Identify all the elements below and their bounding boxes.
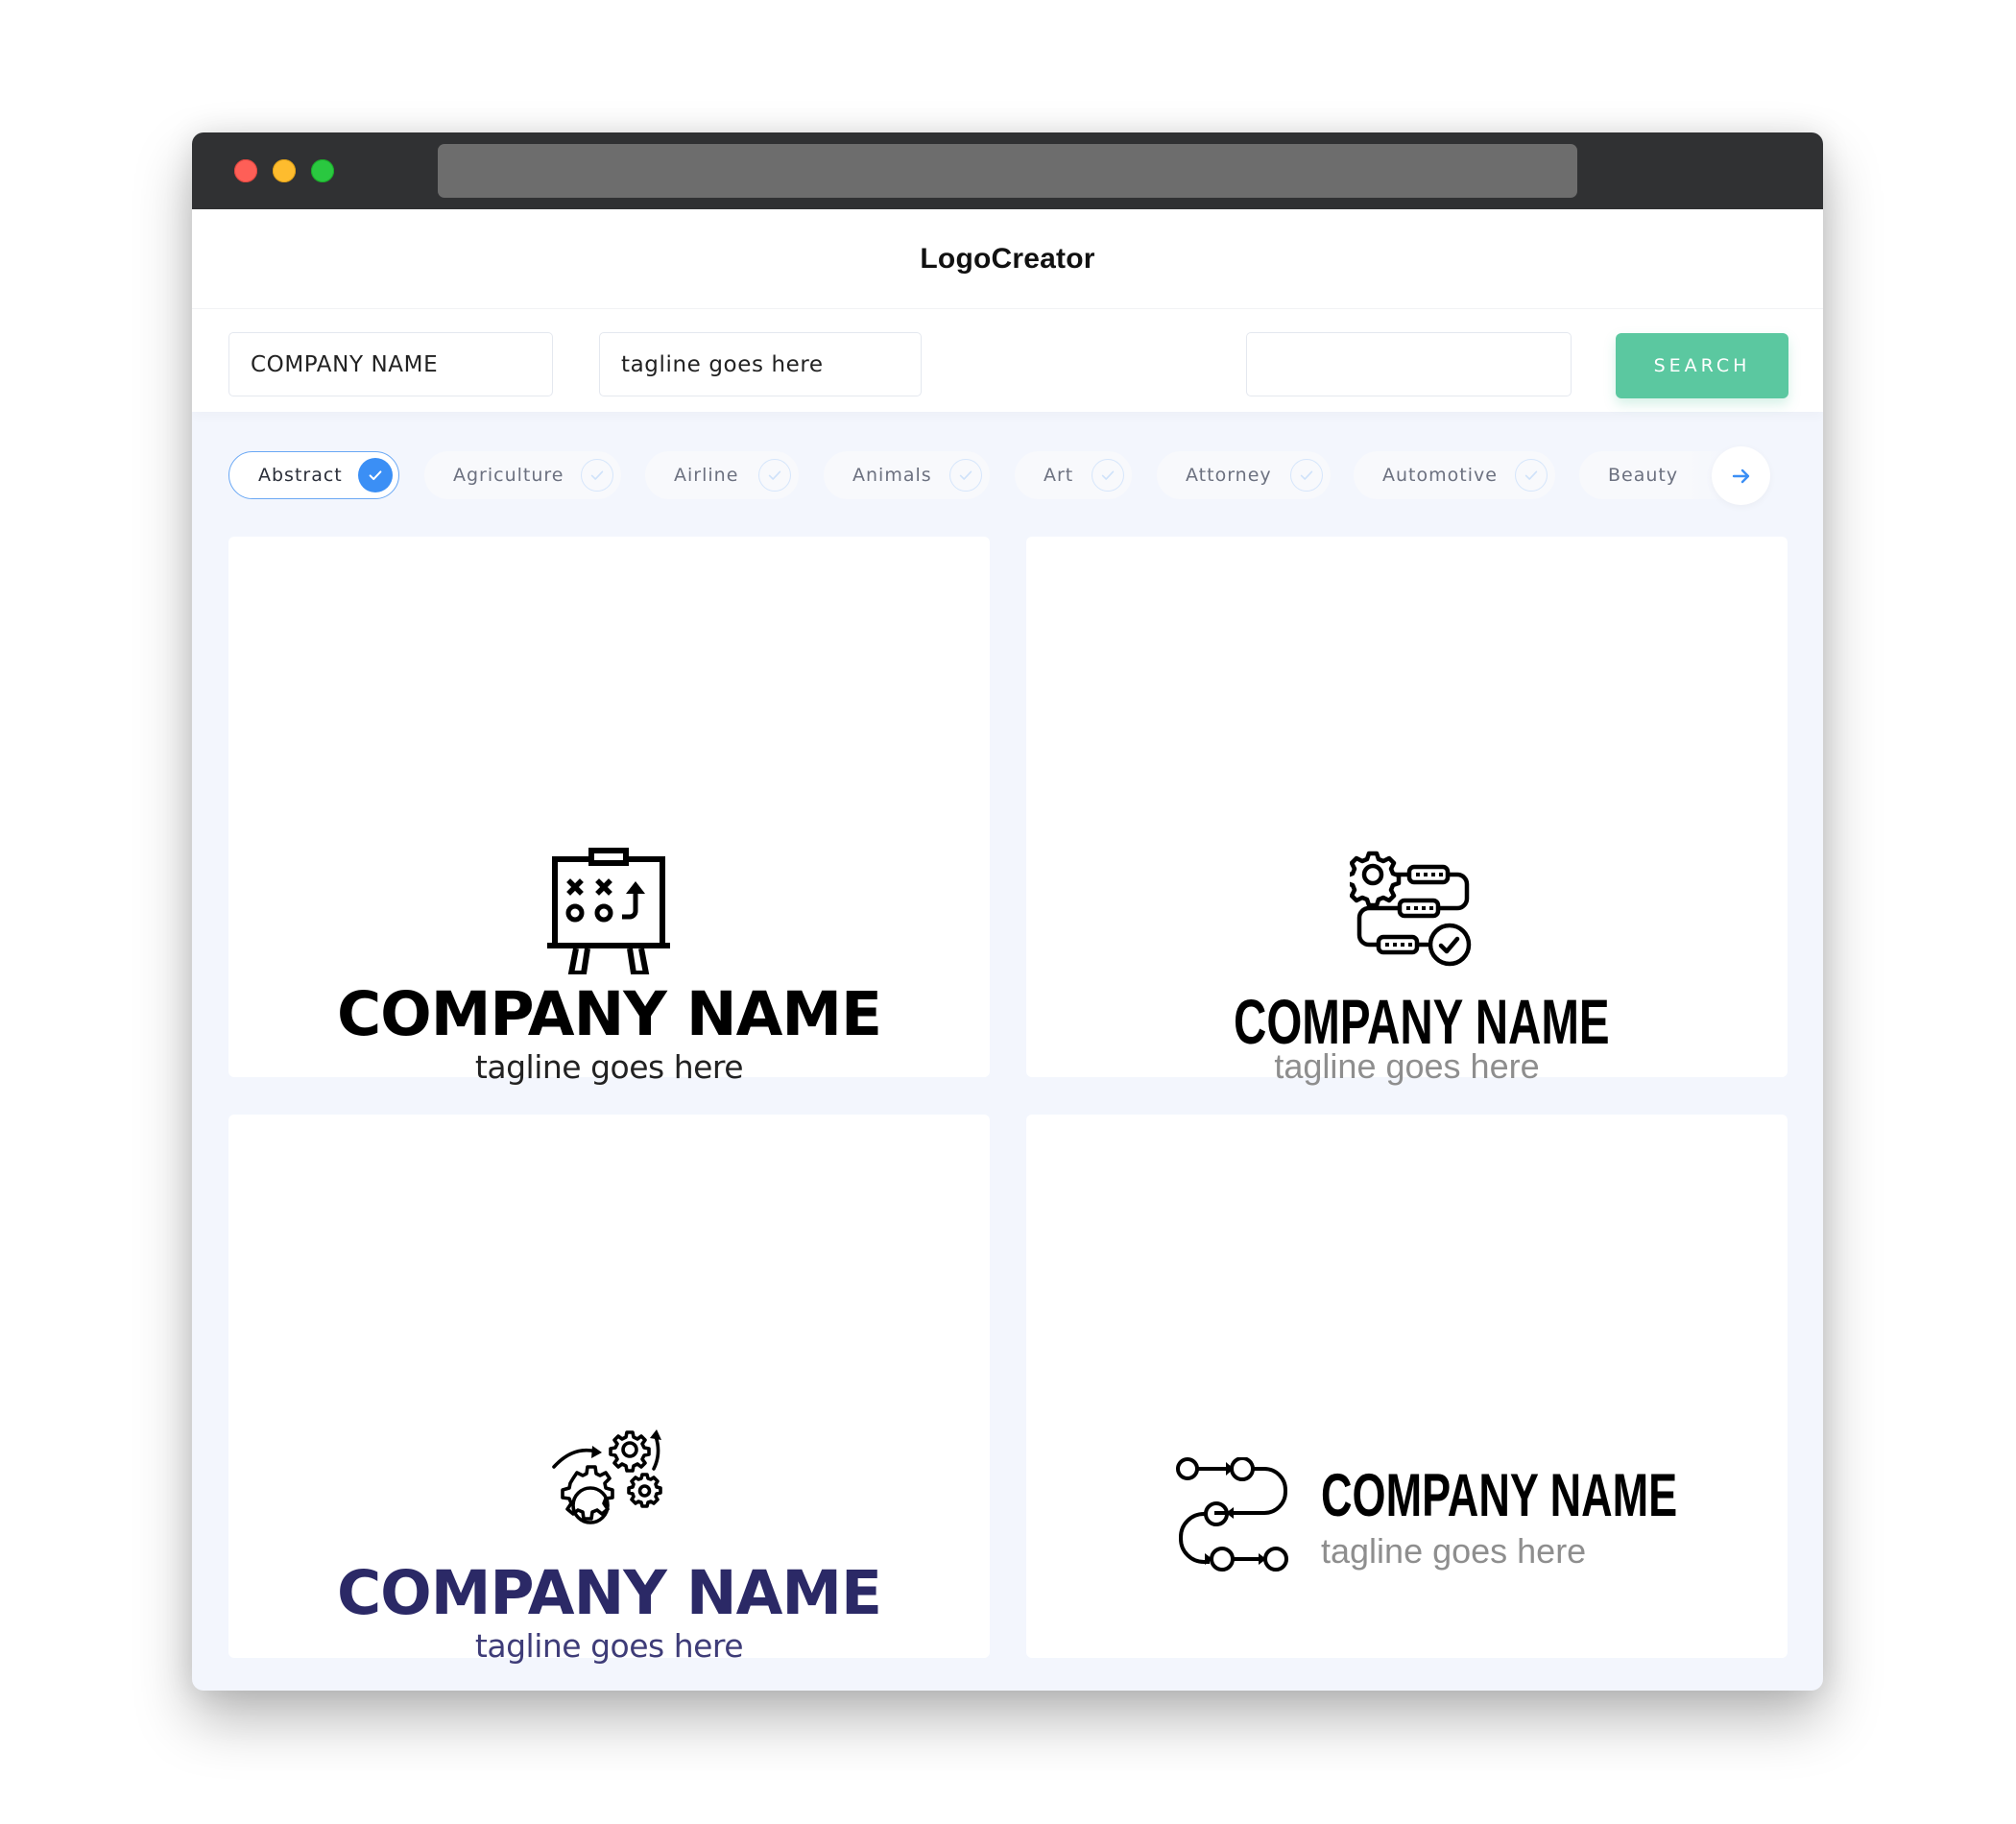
category-label: Agriculture xyxy=(453,465,564,486)
category-chip-abstract[interactable]: Abstract xyxy=(228,451,399,499)
next-categories-button[interactable] xyxy=(1712,446,1770,505)
category-label: Automotive xyxy=(1382,465,1498,486)
check-icon xyxy=(758,459,791,492)
logo-card[interactable]: COMPANY NAME tagline goes here xyxy=(228,537,990,1083)
category-label: Abstract xyxy=(258,465,343,486)
logo-tagline: tagline goes here xyxy=(474,1048,744,1086)
logo-card[interactable]: COMPANY NAME tagline goes here xyxy=(1026,537,1788,1084)
logo-company-name: COMPANY NAME xyxy=(336,979,882,1049)
logo-company-name: COMPANY NAME xyxy=(1234,986,1610,1057)
logo-company-name: COMPANY NAME xyxy=(1321,1462,1678,1529)
check-icon xyxy=(581,459,613,492)
category-chip-attorney[interactable]: Attorney xyxy=(1157,451,1331,499)
logo-search-toolbar: SEARCH xyxy=(192,308,1823,412)
logo-tagline: tagline goes here xyxy=(474,1627,744,1665)
category-label: Attorney xyxy=(1186,465,1272,486)
minimize-window-button[interactable] xyxy=(273,159,296,182)
logo-card[interactable]: COMPANY NAME tagline goes here xyxy=(1026,1115,1788,1658)
app-logo-title[interactable]: LogoCreator xyxy=(920,243,1094,276)
check-icon xyxy=(1290,459,1323,492)
logo-company-name: COMPANY NAME xyxy=(336,1558,882,1628)
logo-tagline: tagline goes here xyxy=(1274,1046,1540,1086)
search-button[interactable]: SEARCH xyxy=(1616,333,1788,398)
app-header: LogoCreator xyxy=(192,209,1823,308)
address-bar[interactable] xyxy=(438,144,1577,198)
strategy-board-icon xyxy=(547,848,670,974)
category-label: Airline xyxy=(674,465,739,486)
company-name-input[interactable] xyxy=(228,332,553,396)
category-label: Art xyxy=(1044,465,1074,486)
logo-name-wrapper: COMPANY NAME xyxy=(1321,1466,1677,1526)
gears-process-icon xyxy=(552,1429,662,1524)
arrow-right-icon xyxy=(1732,468,1749,483)
tagline-input[interactable] xyxy=(599,332,922,396)
logo-card[interactable]: COMPANY NAME tagline goes here xyxy=(228,1115,990,1662)
check-icon xyxy=(1092,459,1124,492)
check-icon xyxy=(358,458,393,492)
gear-workflow-icon xyxy=(1350,851,1472,967)
category-chip-art[interactable]: Art xyxy=(1015,451,1132,499)
category-filter-bar: Abstract Agriculture Airline Animals Art… xyxy=(228,446,1788,505)
category-chip-animals[interactable]: Animals xyxy=(824,451,990,499)
category-chip-agriculture[interactable]: Agriculture xyxy=(424,451,621,499)
maximize-window-button[interactable] xyxy=(311,159,334,182)
browser-titlebar xyxy=(192,132,1823,209)
keyword-search-input[interactable] xyxy=(1246,332,1572,396)
category-chip-airline[interactable]: Airline xyxy=(645,451,799,499)
close-window-button[interactable] xyxy=(234,159,257,182)
check-icon xyxy=(1515,459,1548,492)
logo-name-wrapper: COMPANY NAME xyxy=(1234,990,1610,1053)
flow-path-icon xyxy=(1176,1457,1288,1572)
category-label: Animals xyxy=(852,465,932,486)
browser-window: LogoCreator SEARCH Abstract Agriculture … xyxy=(192,132,1823,1691)
category-label: Beauty xyxy=(1608,465,1679,486)
check-icon xyxy=(949,459,982,492)
logo-tagline: tagline goes here xyxy=(1321,1531,1587,1571)
category-chip-automotive[interactable]: Automotive xyxy=(1354,451,1555,499)
